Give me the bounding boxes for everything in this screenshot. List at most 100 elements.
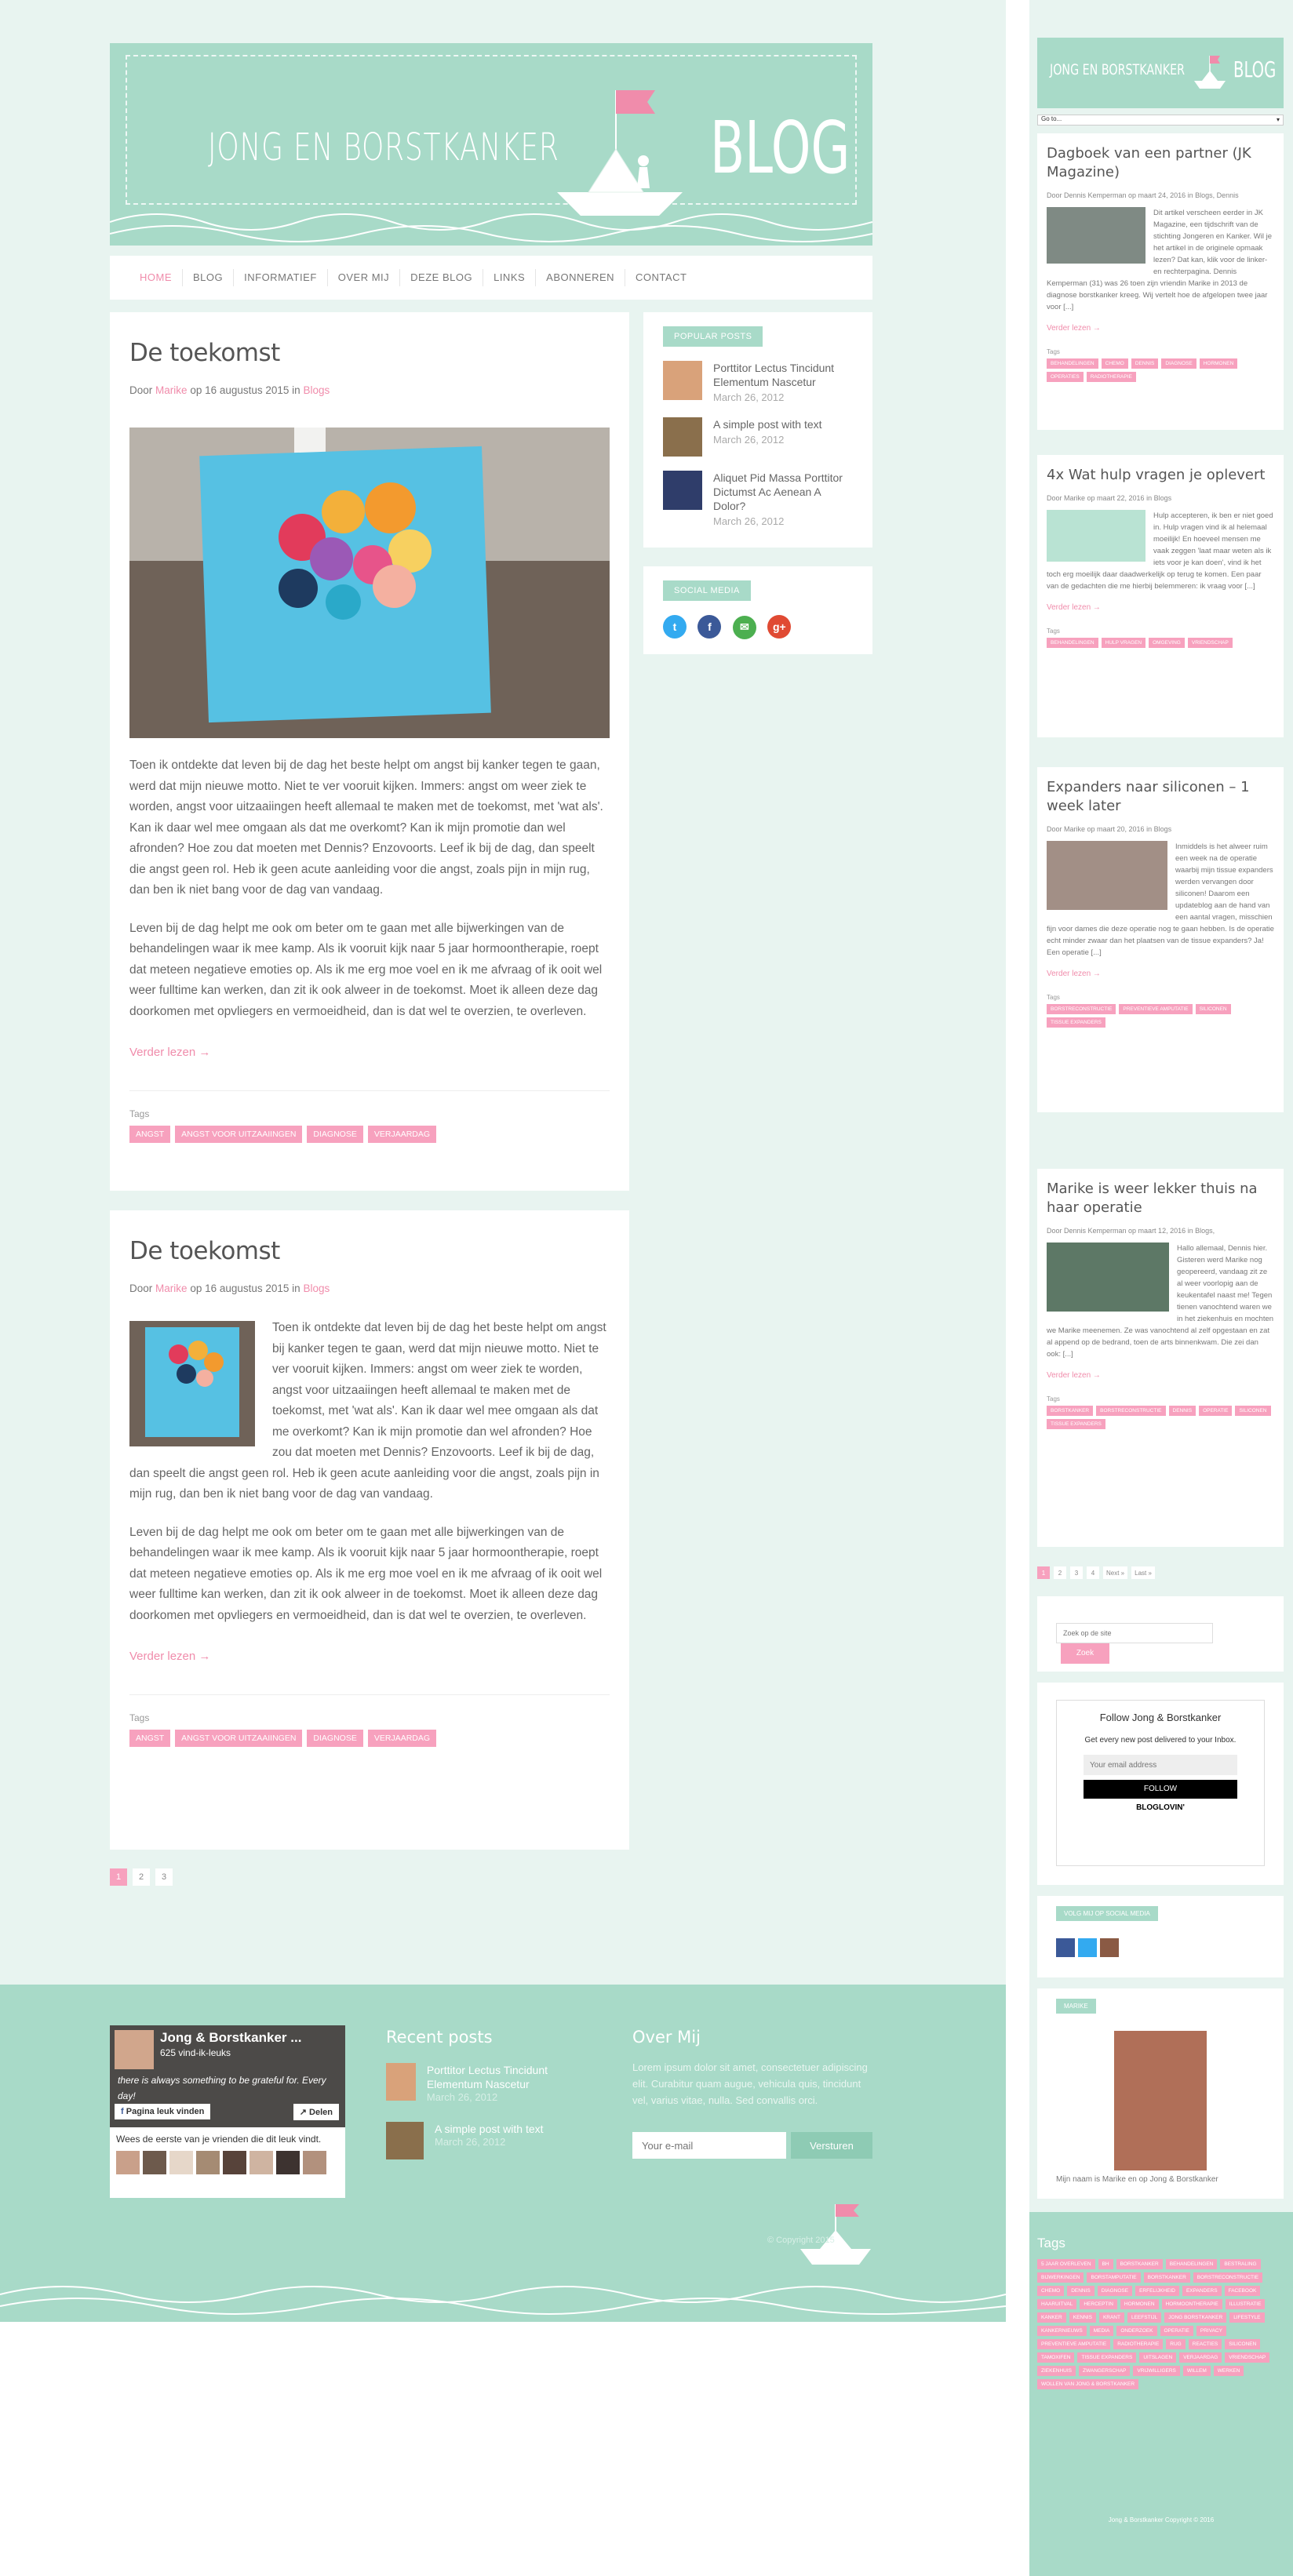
- googleplus-icon[interactable]: g+: [767, 615, 792, 639]
- nav-blog[interactable]: BLOG: [183, 269, 235, 286]
- fb-like-button[interactable]: f Pagina leuk vinden: [115, 2104, 211, 2119]
- tag-cloud-link[interactable]: BH: [1098, 2259, 1113, 2269]
- tag-cloud-link[interactable]: TAMOXIFEN: [1037, 2352, 1075, 2363]
- tag-cloud-link[interactable]: BORSTKANKER: [1143, 2272, 1190, 2283]
- fb-share-button[interactable]: ↗ Delen: [293, 2104, 339, 2120]
- tag-cloud-link[interactable]: BORSTAMPUTATIE: [1087, 2272, 1141, 2283]
- tag-cloud-link[interactable]: TISSUE EXPANDERS: [1077, 2352, 1137, 2363]
- newsletter-send-button[interactable]: Versturen: [791, 2132, 872, 2159]
- tag-cloud-link[interactable]: DIAGNOSE: [1097, 2286, 1133, 2296]
- tag-cloud-link[interactable]: HORMOONTHERAPIE: [1161, 2299, 1222, 2309]
- tag-link[interactable]: BORSTRECONSTRUCTIE: [1047, 1004, 1116, 1014]
- popular-post[interactable]: Porttitor Lectus Tincidunt Elementum Nas…: [663, 361, 853, 403]
- tag-cloud-link[interactable]: MEDIA: [1089, 2326, 1114, 2336]
- page-link[interactable]: 3: [155, 1868, 173, 1886]
- tag-link[interactable]: ANGST: [129, 1730, 171, 1747]
- post-title[interactable]: De toekomst: [129, 1237, 610, 1265]
- tag-cloud-link[interactable]: ZWANGERSCHAP: [1079, 2366, 1131, 2376]
- tag-link[interactable]: BORSTKANKER: [1047, 1406, 1094, 1416]
- recent-post[interactable]: A simple post with text March 26, 2012: [386, 2122, 606, 2159]
- fb-avatar[interactable]: [115, 2030, 154, 2069]
- tag-cloud-link[interactable]: DENNIS: [1067, 2286, 1094, 2296]
- tag-link[interactable]: HORMONEN: [1199, 358, 1238, 369]
- popular-post[interactable]: A simple post with text March 26, 2012: [663, 417, 853, 457]
- post-category-link[interactable]: Blogs: [303, 384, 330, 396]
- recent-post[interactable]: Porttitor Lectus Tincidunt Elementum Nas…: [386, 2063, 606, 2103]
- instagram-icon[interactable]: [1100, 1938, 1119, 1957]
- twitter-icon[interactable]: [1078, 1938, 1097, 1957]
- tag-link[interactable]: ANGST: [129, 1126, 171, 1143]
- mobile-nav-select[interactable]: Go to... ▾: [1037, 115, 1284, 126]
- tag-cloud-link[interactable]: RUG: [1166, 2339, 1186, 2349]
- post-title[interactable]: Marike is weer lekker thuis na haar oper…: [1047, 1180, 1274, 1217]
- tag-link[interactable]: VERJAARDAG: [367, 1730, 437, 1747]
- tag-cloud-link[interactable]: BORSTRECONSTRUCTIE: [1193, 2272, 1263, 2283]
- tag-link[interactable]: ANGST VOOR UITZAAIINGEN: [175, 1126, 303, 1143]
- recent-post-title[interactable]: Porttitor Lectus Tincidunt Elementum Nas…: [427, 2063, 606, 2091]
- post-thumbnail[interactable]: [663, 471, 702, 510]
- tag-link[interactable]: TISSUE EXPANDERS: [1047, 1419, 1105, 1429]
- read-more-link[interactable]: Verder lezen →: [1047, 603, 1274, 612]
- post-thumbnail[interactable]: [663, 417, 702, 457]
- next-page-link[interactable]: Next »: [1103, 1566, 1128, 1579]
- tag-cloud-link[interactable]: VRIJWILLIGERS: [1133, 2366, 1180, 2376]
- post-title[interactable]: Expanders naar siliconen – 1 week later: [1047, 778, 1274, 816]
- bloglovin-email-input[interactable]: [1084, 1755, 1237, 1775]
- tag-cloud-link[interactable]: CHEMO: [1037, 2286, 1065, 2296]
- page-link[interactable]: 1: [1037, 1566, 1050, 1579]
- read-more-link[interactable]: Verder lezen →: [1047, 970, 1274, 978]
- mobile-header[interactable]: JONG EN BORSTKANKER BLOG: [1037, 38, 1284, 108]
- popular-post-title[interactable]: Porttitor Lectus Tincidunt Elementum Nas…: [713, 361, 853, 389]
- last-page-link[interactable]: Last »: [1131, 1566, 1155, 1579]
- post-title[interactable]: 4x Wat hulp vragen je oplevert: [1047, 466, 1274, 485]
- tag-link[interactable]: DENNIS: [1168, 1406, 1196, 1416]
- tag-cloud-link[interactable]: VRIENDSCHAP: [1225, 2352, 1270, 2363]
- facebook-icon[interactable]: [1056, 1938, 1075, 1957]
- tag-cloud-link[interactable]: BORSTKANKER: [1116, 2259, 1163, 2269]
- tag-cloud-link[interactable]: RADIOTHERAPIE: [1113, 2339, 1164, 2349]
- page-link[interactable]: 2: [1054, 1566, 1066, 1579]
- tag-cloud-link[interactable]: BIJWERKINGEN: [1037, 2272, 1084, 2283]
- site-header[interactable]: JONG EN BORSTKANKER BLOG: [110, 43, 872, 246]
- tag-cloud-link[interactable]: LIFESTYLE: [1229, 2312, 1265, 2323]
- email-icon[interactable]: ✉: [732, 615, 756, 639]
- search-button[interactable]: Zoek: [1061, 1643, 1109, 1664]
- post-thumbnail[interactable]: [386, 2122, 424, 2159]
- tag-cloud-link[interactable]: ONDERZOEK: [1116, 2326, 1157, 2336]
- tag-cloud-link[interactable]: KANKER: [1037, 2312, 1066, 2323]
- tag-link[interactable]: OMGEVING: [1149, 638, 1185, 648]
- tag-link[interactable]: OPERATIE: [1199, 1406, 1233, 1416]
- facebook-icon[interactable]: f: [697, 615, 722, 639]
- tag-cloud-link[interactable]: LEEFSTIJL: [1127, 2312, 1162, 2323]
- tag-cloud-link[interactable]: ILLUSTRATIE: [1225, 2299, 1266, 2309]
- twitter-icon[interactable]: t: [663, 615, 687, 639]
- page-link[interactable]: 3: [1070, 1566, 1083, 1579]
- page-link[interactable]: 2: [133, 1868, 150, 1886]
- read-more-link[interactable]: Verder lezen →: [1047, 1371, 1274, 1380]
- nav-abonneren[interactable]: ABONNEREN: [536, 269, 626, 286]
- tag-link[interactable]: DIAGNOSE: [307, 1126, 363, 1143]
- nav-home[interactable]: HOME: [129, 269, 183, 286]
- tag-cloud-link[interactable]: BEHANDELINGEN: [1165, 2259, 1218, 2269]
- read-more-link[interactable]: Verder lezen →: [1047, 324, 1274, 333]
- tag-cloud-link[interactable]: OPERATIE: [1160, 2326, 1193, 2336]
- nav-deze-blog[interactable]: DEZE BLOG: [400, 269, 484, 286]
- tag-cloud-link[interactable]: PRIVACY: [1196, 2326, 1226, 2336]
- site-title[interactable]: JONG EN BORSTKANKER: [1050, 61, 1185, 78]
- tag-link[interactable]: SILICONEN: [1195, 1004, 1231, 1014]
- tag-link[interactable]: CHEMO: [1101, 358, 1128, 369]
- nav-over-mij[interactable]: OVER MIJ: [328, 269, 401, 286]
- tag-link[interactable]: DENNIS: [1131, 358, 1159, 369]
- site-title[interactable]: JONG EN BORSTKANKER: [208, 126, 559, 169]
- tag-cloud-link[interactable]: UITSLAGEN: [1139, 2352, 1177, 2363]
- tag-link[interactable]: DIAGNOSE: [307, 1730, 363, 1747]
- post-category-link[interactable]: Blogs: [303, 1283, 330, 1294]
- tag-link[interactable]: DIAGNOSE: [1161, 358, 1196, 369]
- tag-cloud-link[interactable]: REACTIES: [1188, 2339, 1222, 2349]
- tag-link[interactable]: ANGST VOOR UITZAAIINGEN: [175, 1730, 303, 1747]
- tag-link[interactable]: BEHANDELINGEN: [1047, 358, 1098, 369]
- popular-post[interactable]: Aliquet Pid Massa Porttitor Dictumst Ac …: [663, 471, 853, 527]
- post-thumbnail[interactable]: [386, 2063, 416, 2101]
- nav-contact[interactable]: CONTACT: [625, 269, 697, 286]
- page-link[interactable]: 4: [1087, 1566, 1099, 1579]
